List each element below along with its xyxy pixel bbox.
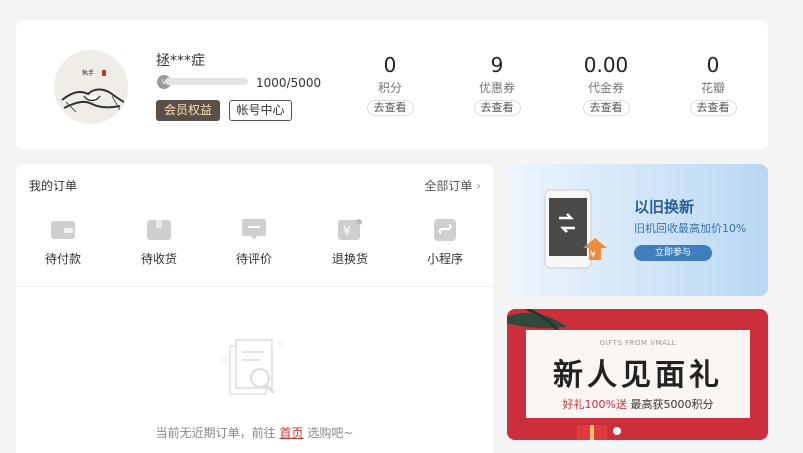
divider bbox=[16, 286, 493, 287]
order-status-label: 退换货 bbox=[331, 252, 368, 266]
box-icon bbox=[147, 220, 171, 240]
account-center-button[interactable]: 帐号中心 bbox=[229, 100, 292, 121]
stat-value: 0.00 bbox=[583, 53, 629, 77]
points-progress-bar bbox=[165, 78, 248, 85]
handshake-illustration-icon: 執手 bbox=[54, 50, 128, 124]
homepage-link[interactable]: 首页 bbox=[279, 426, 303, 440]
view-points-button[interactable]: 去查看 bbox=[366, 100, 414, 116]
avatar[interactable]: 執手 bbox=[54, 50, 128, 124]
stat-label: 优惠券 bbox=[478, 81, 515, 95]
stat-value: 0 bbox=[706, 53, 720, 77]
stat-label: 代金券 bbox=[587, 81, 624, 95]
view-coupons-button[interactable]: 去查看 bbox=[473, 100, 521, 116]
member-benefits-button[interactable]: 会员权益 bbox=[156, 100, 220, 121]
chevron-right-icon: › bbox=[476, 179, 481, 193]
gifts-caption: GIFTS FROM VMALL bbox=[599, 339, 677, 347]
order-status-pending-payment[interactable]: 待付款 bbox=[33, 218, 93, 267]
empty-prefix: 当前无近期订单，前往 bbox=[155, 426, 276, 440]
order-status-label: 待收货 bbox=[140, 252, 177, 266]
gift-headline: 新人见面礼 bbox=[553, 358, 723, 393]
order-status-mini-program[interactable]: 小程序 bbox=[415, 218, 475, 267]
all-orders-label: 全部订单 bbox=[424, 179, 473, 193]
svg-text:¥: ¥ bbox=[590, 250, 596, 260]
wallet-icon bbox=[51, 221, 75, 239]
stat-label: 积分 bbox=[377, 81, 402, 95]
comment-icon bbox=[242, 219, 266, 240]
new-user-gift-banner[interactable]: GIFTS FROM VMALL 新人见面礼 好礼100%送 最高获5000积分 bbox=[507, 309, 768, 440]
order-status-pending-receipt[interactable]: 待收货 bbox=[129, 218, 189, 267]
empty-suffix: 选购吧~ bbox=[307, 426, 354, 440]
gift-sub-rest: 最高获5000积分 bbox=[630, 398, 714, 411]
gift-sub-highlight: 好礼100%送 bbox=[562, 398, 627, 411]
stat-label: 花瓣 bbox=[700, 81, 725, 95]
view-vouchers-button[interactable]: 去查看 bbox=[582, 100, 630, 116]
profile-card: 執手 拯***症 V 1000/5000 会员权益 帐号中心 0 积分 去查看 … bbox=[16, 20, 768, 150]
gift-panel: GIFTS FROM VMALL 新人见面礼 好礼100%送 最高获5000积分 bbox=[526, 330, 750, 418]
stat-coupons: 9 优惠券 去查看 bbox=[457, 52, 537, 116]
gift-box-icon bbox=[577, 425, 621, 440]
stat-vouchers: 0.00 代金券 去查看 bbox=[566, 52, 646, 116]
svg-text:執手: 執手 bbox=[82, 69, 94, 77]
order-status-pending-review[interactable]: 待评价 bbox=[224, 218, 284, 267]
join-now-button[interactable]: 立即参与 bbox=[634, 245, 712, 261]
trade-in-title: 以旧换新 bbox=[634, 198, 695, 216]
stat-value: 9 bbox=[490, 53, 504, 77]
stat-points: 0 积分 去查看 bbox=[350, 52, 430, 116]
all-orders-link[interactable]: 全部订单 › bbox=[424, 177, 481, 194]
phone-exchange-icon: ¥ bbox=[544, 189, 607, 269]
stat-petals: 0 花瓣 去查看 bbox=[673, 52, 753, 116]
username: 拯***症 bbox=[156, 53, 205, 69]
trade-in-banner[interactable]: ¥ 以旧换新 旧机回收最高加价10% 立即参与 bbox=[507, 164, 768, 296]
order-status-label: 小程序 bbox=[426, 252, 463, 266]
empty-orders-icon bbox=[222, 339, 282, 395]
progress-text: 1000/5000 bbox=[256, 76, 322, 90]
gift-subline: 好礼100%送 最高获5000积分 bbox=[526, 396, 750, 412]
orders-title: 我的订单 bbox=[29, 179, 78, 193]
order-status-returns[interactable]: ¥ 退换货 bbox=[320, 218, 380, 267]
empty-orders-message: 当前无近期订单，前往 首页 选购吧~ bbox=[16, 424, 493, 441]
stat-value: 0 bbox=[383, 53, 397, 77]
trade-in-subtitle: 旧机回收最高加价10% bbox=[634, 222, 747, 235]
orders-card: 我的订单 全部订单 › 待付款 待收货 待评价 ¥ 退换货 小程序 当前无近期订… bbox=[16, 164, 493, 453]
return-icon: ¥ bbox=[338, 219, 362, 240]
svg-text:¥: ¥ bbox=[343, 224, 351, 238]
order-status-label: 待评价 bbox=[235, 252, 272, 266]
order-status-label: 待付款 bbox=[44, 252, 81, 266]
view-petals-button[interactable]: 去查看 bbox=[689, 100, 737, 116]
miniprogram-icon bbox=[434, 219, 456, 241]
